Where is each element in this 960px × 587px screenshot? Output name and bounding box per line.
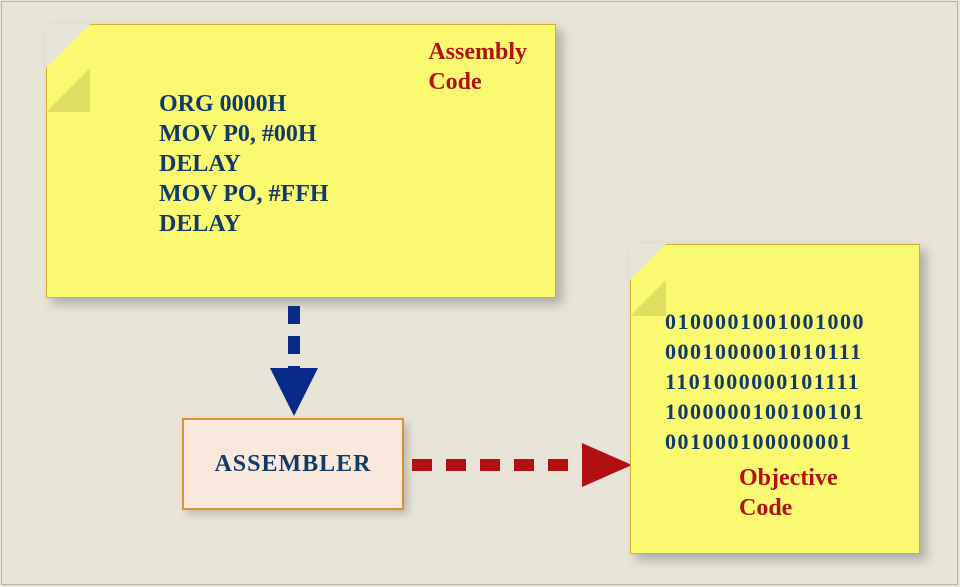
assembler-box: ASSEMBLER [182,418,404,510]
objective-code-listing: 0100001001001000 0001000001010111 110100… [665,307,865,457]
code-line: 001000100000001 [665,429,853,454]
code-line: MOV P0, #00H [159,121,317,147]
label-line: Code [739,493,838,523]
objective-code-note: 0100001001001000 0001000001010111 110100… [630,244,920,554]
code-line: 1000000100100101 [665,399,865,424]
code-line: 0100001001001000 [665,309,865,334]
objective-code-label: Objective Code [739,463,838,523]
label-line: Objective [739,463,838,493]
assembly-code-label: Assembly Code [428,37,527,97]
assembly-code-listing: ORG 0000H MOV P0, #00H DELAY MOV PO, #FF… [159,89,329,239]
code-line: DELAY [159,211,241,237]
arrow-assembler-to-objective-icon [406,440,636,490]
note-fold-icon [46,24,90,68]
code-line: 1101000000101111 [665,369,860,394]
code-line: MOV PO, #FFH [159,181,329,207]
code-line: 0001000001010111 [665,339,863,364]
code-line: ORG 0000H [159,91,286,117]
label-line: Code [428,67,527,97]
label-line: Assembly [428,37,527,67]
assembly-code-note: Assembly Code ORG 0000H MOV P0, #00H DEL… [46,24,556,298]
code-line: DELAY [159,151,241,177]
note-fold-icon [630,244,666,280]
arrow-assembly-to-assembler-icon [264,298,324,420]
assembler-label: ASSEMBLER [214,451,371,478]
